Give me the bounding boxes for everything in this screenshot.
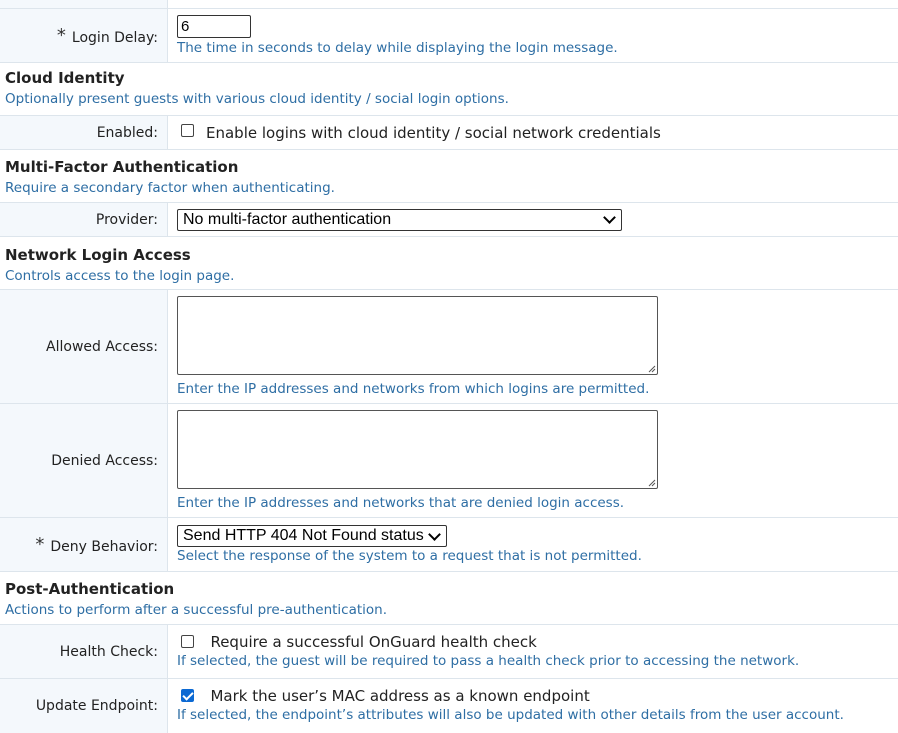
deny-behavior-select[interactable]: Send HTTP 404 Not Found status	[177, 525, 447, 547]
previous-row-fragment	[0, 0, 898, 9]
chevron-down-icon	[603, 211, 616, 224]
post-auth-description: Actions to perform after a successful pr…	[5, 602, 388, 618]
resize-grip-icon[interactable]	[647, 478, 656, 487]
mfa-provider-selected: No multi-factor authentication	[183, 210, 392, 228]
previous-row-field	[168, 0, 898, 8]
mfa-provider-field: No multi-factor authentication	[168, 203, 898, 236]
mfa-description: Require a secondary factor when authenti…	[5, 180, 335, 196]
previous-row-label	[0, 0, 168, 8]
allowed-access-help: Enter the IP addresses and networks from…	[177, 381, 650, 397]
health-check-checkbox-text: Require a successful OnGuard health chec…	[210, 633, 537, 651]
deny-behavior-row: * Deny Behavior: Send HTTP 404 Not Found…	[0, 518, 898, 572]
mfa-provider-select[interactable]: No multi-factor authentication	[177, 208, 622, 231]
mfa-title: Multi-Factor Authentication	[5, 158, 239, 176]
deny-behavior-selected: Send HTTP 404 Not Found status	[183, 527, 424, 544]
denied-access-field: Enter the IP addresses and networks that…	[168, 404, 898, 517]
denied-access-row: Denied Access: Enter the IP addresses an…	[0, 404, 898, 518]
allowed-access-label: Allowed Access:	[0, 290, 168, 403]
login-delay-row: * Login Delay: The time in seconds to de…	[0, 9, 898, 63]
denied-access-help: Enter the IP addresses and networks that…	[177, 495, 625, 511]
cloud-identity-section: Cloud Identity Optionally present guests…	[0, 63, 898, 116]
network-login-title: Network Login Access	[5, 246, 191, 264]
update-endpoint-checkbox-text: Mark the user’s MAC address as a known e…	[210, 687, 590, 705]
login-delay-field: The time in seconds to delay while displ…	[168, 9, 898, 62]
required-marker: *	[56, 25, 66, 46]
mfa-section: Multi-Factor Authentication Require a se…	[0, 150, 898, 203]
resize-grip-icon[interactable]	[647, 364, 656, 373]
network-login-section: Network Login Access Controls access to …	[0, 237, 898, 290]
update-endpoint-label: Update Endpoint:	[0, 679, 168, 733]
health-check-field: Require a successful OnGuard health chec…	[168, 625, 898, 678]
health-check-row: Health Check: Require a successful OnGua…	[0, 625, 898, 679]
deny-behavior-label-text: Deny Behavior:	[50, 538, 158, 555]
post-auth-section: Post-Authentication Actions to perform a…	[0, 572, 898, 625]
mfa-provider-row: Provider: No multi-factor authentication	[0, 203, 898, 237]
allowed-access-row: Allowed Access: Enter the IP addresses a…	[0, 290, 898, 404]
update-endpoint-help: If selected, the endpoint’s attributes w…	[177, 707, 844, 723]
required-marker: *	[35, 534, 45, 555]
deny-behavior-field: Send HTTP 404 Not Found status Select th…	[168, 518, 898, 571]
deny-behavior-help: Select the response of the system to a r…	[177, 548, 642, 564]
update-endpoint-field: Mark the user’s MAC address as a known e…	[168, 679, 898, 733]
login-delay-help: The time in seconds to delay while displ…	[177, 40, 618, 56]
cloud-identity-description: Optionally present guests with various c…	[5, 91, 509, 107]
mfa-provider-label: Provider:	[0, 203, 168, 236]
health-check-label: Health Check:	[0, 625, 168, 678]
cloud-enabled-field: Enable logins with cloud identity / soci…	[168, 116, 898, 149]
deny-behavior-label: * Deny Behavior:	[0, 518, 168, 571]
login-delay-label-text: Login Delay:	[71, 29, 158, 46]
cloud-enabled-checkbox-text: Enable logins with cloud identity / soci…	[206, 123, 661, 142]
health-check-help: If selected, the guest will be required …	[177, 653, 800, 669]
denied-access-label: Denied Access:	[0, 404, 168, 517]
allowed-access-field: Enter the IP addresses and networks from…	[168, 290, 898, 403]
cloud-enabled-row: Enabled: Enable logins with cloud identi…	[0, 116, 898, 150]
login-delay-label: * Login Delay:	[0, 9, 168, 62]
cloud-enabled-label: Enabled:	[0, 116, 168, 149]
denied-access-textarea[interactable]	[177, 410, 658, 489]
cloud-identity-title: Cloud Identity	[5, 69, 125, 87]
cloud-enabled-checkbox[interactable]	[181, 124, 194, 137]
allowed-access-textarea[interactable]	[177, 296, 658, 375]
update-endpoint-option: Mark the user’s MAC address as a known e…	[177, 687, 898, 705]
health-check-checkbox[interactable]	[181, 634, 194, 648]
settings-form: * Login Delay: The time in seconds to de…	[0, 0, 898, 733]
update-endpoint-row: Update Endpoint: Mark the user’s MAC add…	[0, 679, 898, 733]
post-auth-title: Post-Authentication	[5, 580, 175, 598]
update-endpoint-checkbox[interactable]	[181, 688, 194, 702]
health-check-option: Require a successful OnGuard health chec…	[177, 633, 898, 651]
chevron-down-icon	[427, 527, 441, 541]
login-delay-input[interactable]	[177, 15, 251, 38]
network-login-description: Controls access to the login page.	[5, 268, 235, 284]
